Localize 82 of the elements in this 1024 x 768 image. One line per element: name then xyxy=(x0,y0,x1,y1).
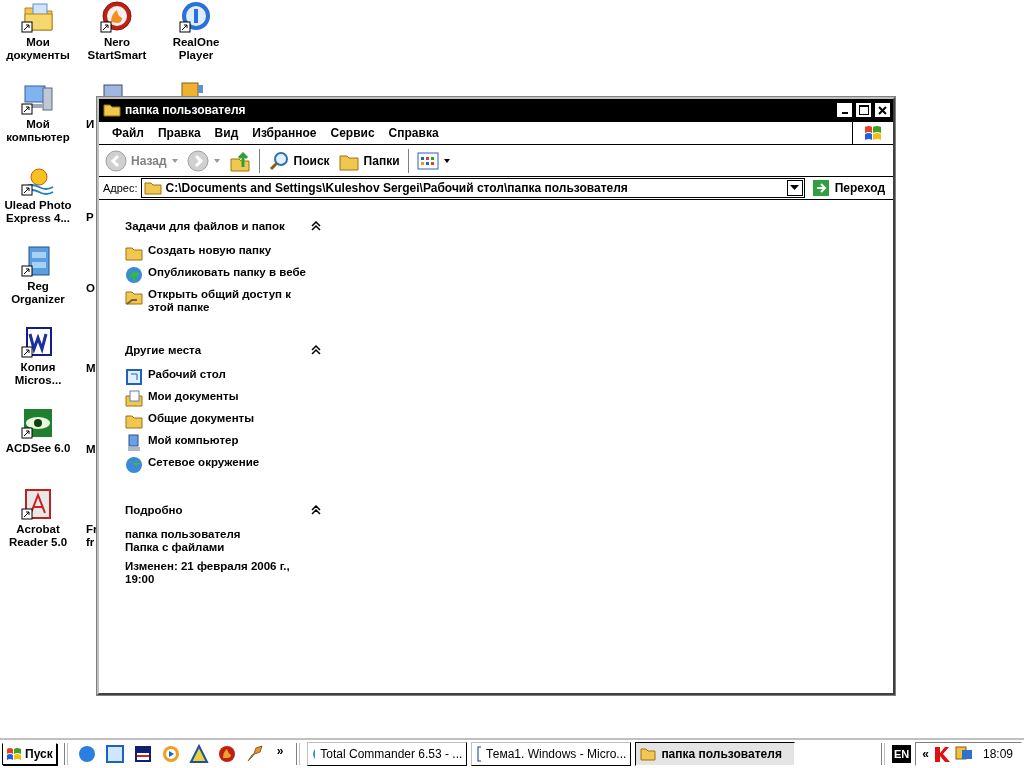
search-button[interactable]: Поиск xyxy=(265,147,332,174)
menu-item[interactable]: Сервис xyxy=(323,126,382,140)
icon-label: RealOne Player xyxy=(171,36,221,62)
close-icon xyxy=(878,105,887,115)
menu-item[interactable]: Избранное xyxy=(245,126,324,140)
more-button[interactable]: » xyxy=(276,744,284,758)
detail-text: папка пользователя xyxy=(125,528,242,541)
icon-label: Мои документы xyxy=(5,36,71,62)
dropdown-button[interactable] xyxy=(786,180,803,196)
section-title: Задачи для файлов и папок xyxy=(125,220,285,232)
task-link[interactable]: Мой компьютер xyxy=(148,434,308,447)
folder-icon xyxy=(125,288,143,306)
start-button[interactable]: Пуск xyxy=(2,743,57,765)
detail-text: Изменен: 21 февраля 2006 г., 19:00 xyxy=(125,560,291,586)
eye-icon[interactable] xyxy=(21,406,55,440)
icon-label: M xyxy=(86,443,96,455)
task-link[interactable]: Рабочий стол xyxy=(148,368,308,381)
windows-logo-icon xyxy=(6,746,22,762)
tray-expand-button[interactable]: « xyxy=(922,747,929,761)
window-title: папка пользователя xyxy=(125,103,247,117)
close-button[interactable] xyxy=(874,102,891,118)
caret-icon xyxy=(170,157,179,164)
menu-item[interactable]: Файл xyxy=(105,126,151,140)
forward-button[interactable] xyxy=(184,147,223,174)
icon-label: M xyxy=(86,362,96,374)
folder-icon[interactable] xyxy=(21,0,55,34)
folder-icon xyxy=(103,103,121,117)
search-icon xyxy=(267,149,290,172)
icon-label: Reg Organizer xyxy=(10,280,66,306)
floppy-icon[interactable] xyxy=(132,744,153,764)
menu-item[interactable]: Вид xyxy=(207,126,246,140)
folder-icon xyxy=(125,412,143,430)
icon-label: Копия Micros... xyxy=(13,361,63,387)
maximize-button[interactable] xyxy=(855,102,872,118)
clock: 18:09 xyxy=(982,747,1013,761)
views-icon xyxy=(416,150,439,171)
chevron-icon[interactable] xyxy=(311,345,321,355)
folders-button[interactable]: Папки xyxy=(335,147,402,174)
go-button[interactable]: Переход xyxy=(807,179,889,197)
address-field[interactable]: C:\Documents and Settings\Kuleshov Sergei\Рабочий стол\папка пользователя xyxy=(140,178,805,198)
caret-icon xyxy=(790,185,800,191)
chevron-icon[interactable] xyxy=(311,221,321,231)
task-link[interactable]: Открыть общий доступ к этой папке xyxy=(148,288,308,314)
icon-label: ACDSee 6.0 xyxy=(4,442,72,455)
taskbar-button[interactable]: папка пользователя xyxy=(635,742,796,766)
address-label: Адрес: xyxy=(103,182,138,194)
menu-item[interactable]: Правка xyxy=(150,126,208,140)
chevron-icon[interactable] xyxy=(311,505,321,515)
icon-label: Nero StartSmart xyxy=(86,36,148,62)
taskbar-button[interactable]: Тема1. Windows - Micro... xyxy=(471,742,632,766)
task-link[interactable]: Мои документы xyxy=(148,390,308,403)
task-link[interactable]: Создать новую папку xyxy=(148,244,308,257)
task-link[interactable]: Сетевое окружение xyxy=(148,456,308,469)
minimize-button[interactable] xyxy=(836,102,853,118)
section-title: Другие места xyxy=(125,344,202,356)
maximize-icon xyxy=(858,105,869,115)
folder-icon xyxy=(640,746,657,762)
detail-text: Папка с файлами xyxy=(125,541,226,554)
folder-icon xyxy=(125,244,143,262)
flame-icon[interactable] xyxy=(216,744,237,764)
icon-label: P xyxy=(86,211,94,223)
icon-label: Fr fr xyxy=(86,523,98,548)
icon-label: Мой компьютер xyxy=(5,118,71,144)
triangle-icon[interactable] xyxy=(188,744,209,764)
taskbar-button[interactable]: Total Commander 6.53 - ... xyxy=(307,742,468,766)
caret-icon xyxy=(212,157,221,164)
menu-item[interactable]: Справка xyxy=(381,126,446,140)
desktop-icon xyxy=(125,368,143,386)
folder-icon xyxy=(143,181,162,195)
section-title: Подробно xyxy=(125,504,183,516)
icon-label: O xyxy=(86,282,95,294)
flame-icon[interactable] xyxy=(100,0,134,34)
back-button[interactable]: Назад xyxy=(103,147,181,174)
icon-label: И xyxy=(86,118,95,130)
folder-up-icon xyxy=(228,149,251,172)
icon-label: Ulead Photo Express 4... xyxy=(3,199,73,225)
task-link[interactable]: Общие документы xyxy=(148,412,308,425)
task-link[interactable]: Опубликовать папку в вебе xyxy=(148,266,308,279)
caret-icon xyxy=(442,157,451,164)
language-indicator[interactable]: EN xyxy=(892,745,912,763)
desktop-icon[interactable] xyxy=(104,744,125,764)
icon-label: Acrobat Reader 5.0 xyxy=(7,523,69,549)
